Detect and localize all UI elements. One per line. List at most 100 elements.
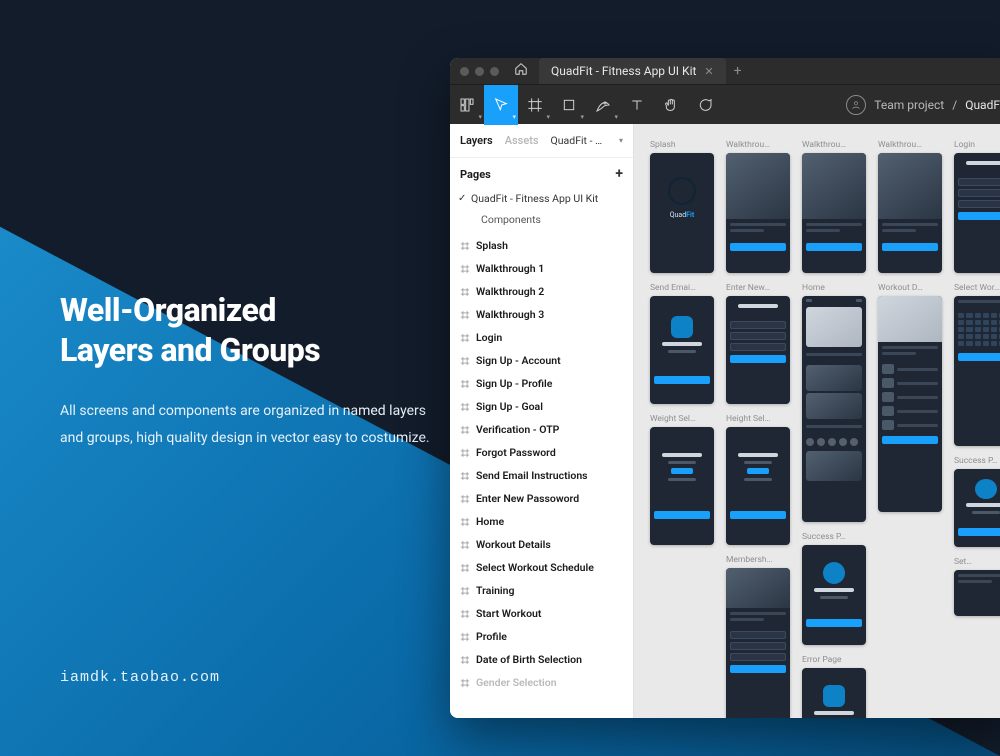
frame-item[interactable]: Login xyxy=(450,326,633,349)
tab-layers[interactable]: Layers xyxy=(460,134,493,147)
toolbar: ▾ ▾ ▾ ▾ ▾ xyxy=(450,84,1000,124)
close-tab-icon[interactable]: ✕ xyxy=(704,65,713,78)
frame-item[interactable]: Enter New Passoword xyxy=(450,487,633,510)
artboard-label: Error Page xyxy=(802,655,866,665)
frame-item[interactable]: Select Workout Schedule xyxy=(450,556,633,579)
frame-item[interactable]: Workout Details xyxy=(450,533,633,556)
artboard[interactable]: Walkthrou… xyxy=(802,140,866,273)
frame-item[interactable]: Walkthrough 3 xyxy=(450,303,633,326)
frame-item[interactable]: Sign Up - Profile xyxy=(450,372,633,395)
file-tab[interactable]: QuadFit - Fitness App UI Kit ✕ xyxy=(539,58,726,84)
marketing-copy: Well-Organized Layers and Groups All scr… xyxy=(60,290,440,451)
page-item[interactable]: ✓QuadFit - Fitness App UI Kit xyxy=(450,188,633,209)
user-avatar-icon[interactable] xyxy=(846,95,866,115)
window-controls[interactable] xyxy=(460,67,499,76)
page-name: Components xyxy=(481,213,541,226)
add-page-button[interactable]: + xyxy=(615,166,623,182)
title-bar: QuadFit - Fitness App UI Kit ✕ + xyxy=(450,58,1000,84)
artboard[interactable]: Set… xyxy=(954,557,1000,616)
pages-label: Pages xyxy=(460,168,491,181)
artboard[interactable]: SplashQuadFit xyxy=(650,140,714,273)
artboard[interactable]: Walkthrou… xyxy=(878,140,942,273)
pen-tool[interactable]: ▾ xyxy=(586,85,620,125)
frame-name: Sign Up - Profile xyxy=(476,377,552,390)
frame-item[interactable]: Start Workout xyxy=(450,602,633,625)
frame-name: Date of Birth Selection xyxy=(476,653,582,666)
artboard[interactable]: Workout D… xyxy=(878,283,942,512)
frame-item[interactable]: Date of Birth Selection xyxy=(450,648,633,671)
watermark-left: iamdk.taobao.com xyxy=(60,669,220,686)
breadcrumb-team[interactable]: Team project xyxy=(874,98,944,112)
frame-name: Training xyxy=(476,584,515,597)
chevron-down-icon[interactable]: ▾ xyxy=(619,136,623,145)
artboard[interactable]: Weight Sel… xyxy=(650,414,714,545)
artboard-label: Home xyxy=(802,283,866,293)
frame-item[interactable]: Sign Up - Account xyxy=(450,349,633,372)
frame-name: Verification - OTP xyxy=(476,423,559,436)
artboard[interactable]: Enter New… xyxy=(726,283,790,404)
artboard[interactable]: Send Emai… xyxy=(650,283,714,404)
comment-tool[interactable] xyxy=(688,85,722,125)
frame-name: Home xyxy=(476,515,504,528)
artboard[interactable]: Login xyxy=(954,140,1000,273)
frame-name: Splash xyxy=(476,239,508,252)
frame-item[interactable]: Gender Selection xyxy=(450,671,633,694)
tab-assets[interactable]: Assets xyxy=(505,134,539,147)
canvas[interactable]: SplashQuadFitSend Emai…Weight Sel…Walkth… xyxy=(634,124,1000,718)
frame-item[interactable]: Splash xyxy=(450,234,633,257)
frame-item[interactable]: Verification - OTP xyxy=(450,418,633,441)
artboard[interactable]: Height Sel… xyxy=(726,414,790,545)
frame-name: Send Email Instructions xyxy=(476,469,588,482)
frame-tool[interactable]: ▾ xyxy=(518,85,552,125)
artboard[interactable]: Home xyxy=(802,283,866,522)
page-name: QuadFit - Fitness App UI Kit xyxy=(471,192,598,205)
new-tab-button[interactable]: + xyxy=(734,63,742,79)
artboard[interactable]: Success P… xyxy=(802,532,866,645)
headline-line1: Well-Organized xyxy=(60,291,276,329)
frame-name: Gender Selection xyxy=(476,676,557,689)
canvas-column: Walkthrou… Workout D… xyxy=(878,140,942,512)
artboard[interactable]: Membersh… xyxy=(726,555,790,718)
frame-item[interactable]: Walkthrough 1 xyxy=(450,257,633,280)
artboard-label: Success P… xyxy=(802,532,866,542)
toolbar-right: Team project / QuadF xyxy=(846,95,1000,115)
artboard-label: Membersh… xyxy=(726,555,790,565)
frame-item[interactable]: Training xyxy=(450,579,633,602)
frame-name: Profile xyxy=(476,630,507,643)
artboard[interactable]: Walkthrou… xyxy=(726,140,790,273)
hand-tool[interactable] xyxy=(654,85,688,125)
frame-name: Select Workout Schedule xyxy=(476,561,594,574)
frame-item[interactable]: Forgot Password xyxy=(450,441,633,464)
artboard-label: Splash xyxy=(650,140,714,150)
frame-name: Workout Details xyxy=(476,538,551,551)
headline: Well-Organized Layers and Groups xyxy=(60,290,440,370)
artboard[interactable]: Select Wor… xyxy=(954,283,1000,446)
text-tool[interactable] xyxy=(620,85,654,125)
main-menu-button[interactable]: ▾ xyxy=(450,85,484,125)
frame-item[interactable]: Profile xyxy=(450,625,633,648)
home-icon[interactable] xyxy=(513,62,529,80)
frame-name: Sign Up - Account xyxy=(476,354,561,367)
frame-item[interactable]: Walkthrough 2 xyxy=(450,280,633,303)
page-selector[interactable]: QuadFit - Fitn… xyxy=(551,134,605,147)
check-icon: ✓ xyxy=(458,193,470,204)
canvas-column: Walkthrou… Home Success P… Error Page xyxy=(802,140,866,718)
artboard[interactable]: Success P… xyxy=(954,456,1000,547)
frame-item[interactable]: Home xyxy=(450,510,633,533)
figma-window: QuadFit - Fitness App UI Kit ✕ + ▾ ▾ ▾ ▾ xyxy=(450,58,1000,718)
shape-tool[interactable]: ▾ xyxy=(552,85,586,125)
move-tool[interactable]: ▾ xyxy=(484,85,518,125)
artboard-label: Height Sel… xyxy=(726,414,790,424)
artboard-label: Enter New… xyxy=(726,283,790,293)
canvas-column: Walkthrou… Enter New… Height Sel… Membersh… xyxy=(726,140,790,718)
frames-list: Splash Walkthrough 1Walkthrough 2 Walkthro… xyxy=(450,230,633,718)
frame-name: Walkthrough 3 xyxy=(476,308,544,321)
frame-item[interactable]: Sign Up - Goal xyxy=(450,395,633,418)
artboard[interactable]: Error Page xyxy=(802,655,866,718)
page-item[interactable]: Components xyxy=(450,209,633,230)
breadcrumb-file[interactable]: QuadF xyxy=(965,98,1000,112)
artboard-label: Workout D… xyxy=(878,283,942,293)
frame-name: Start Workout xyxy=(476,607,541,620)
frame-name: Sign Up - Goal xyxy=(476,400,543,413)
frame-item[interactable]: Send Email Instructions xyxy=(450,464,633,487)
